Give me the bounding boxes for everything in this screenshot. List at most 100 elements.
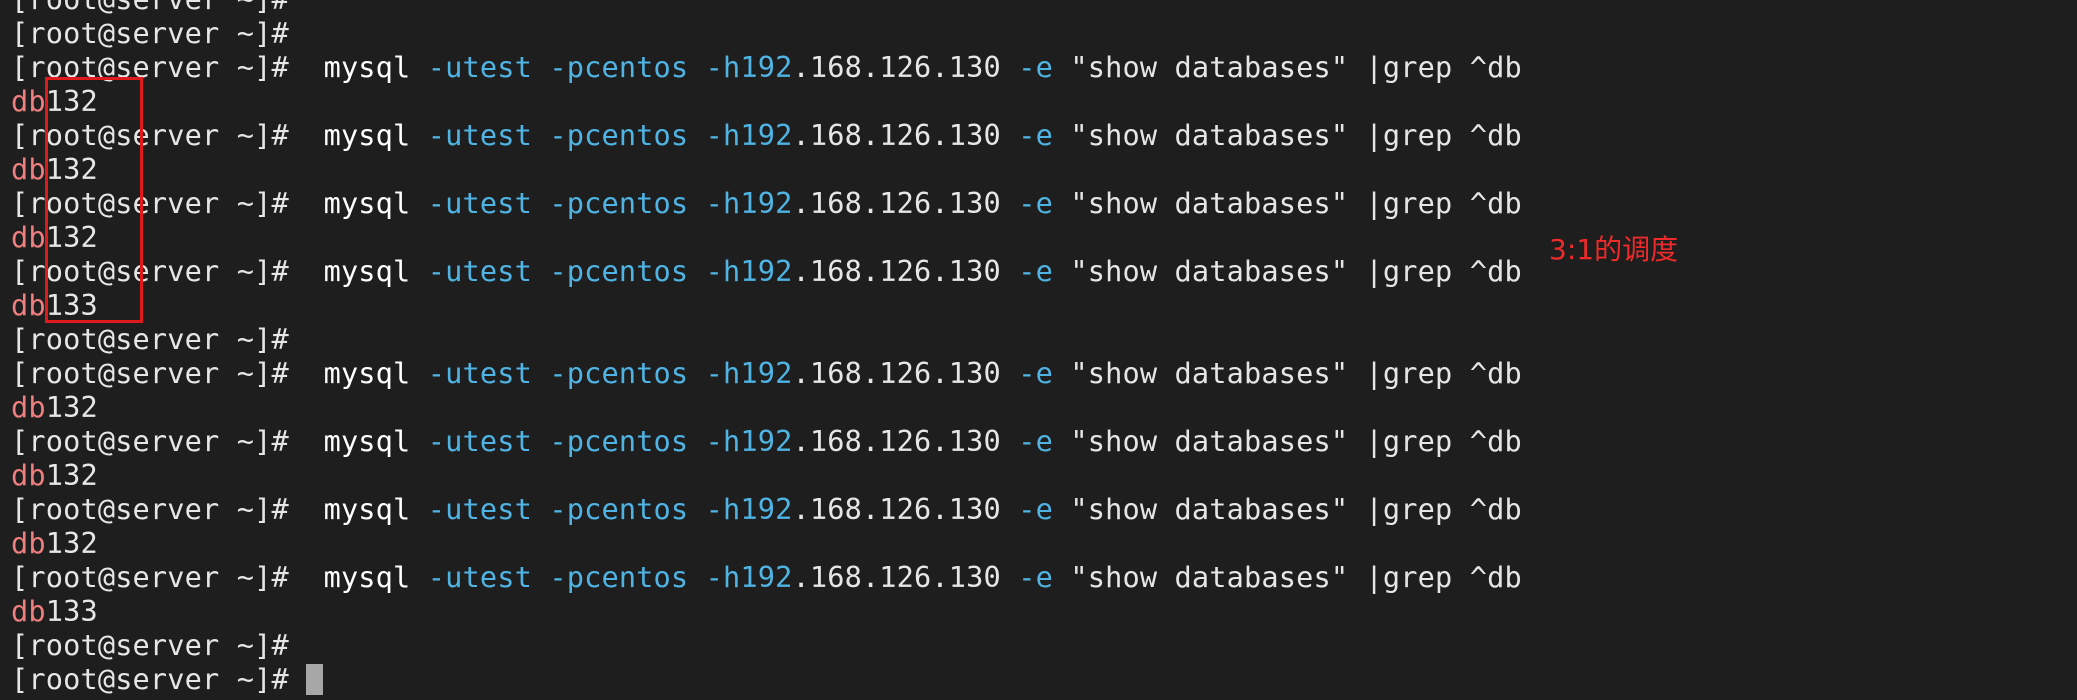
highlight-box — [45, 77, 143, 323]
host-option: -h192 — [705, 186, 793, 220]
host-option: -h192 — [705, 560, 793, 594]
host-option: -h192 — [705, 424, 793, 458]
db-prefix: db — [11, 390, 46, 424]
password-option: -pcentos — [549, 492, 689, 526]
output-line: db132 — [11, 152, 2071, 186]
shell-prompt: [root@server ~]# — [11, 628, 289, 662]
password-option: -pcentos — [549, 560, 689, 594]
user-option: -utest — [427, 186, 532, 220]
exec-option: -e — [1018, 424, 1053, 458]
query-text: "show databases" |grep ^db — [1070, 560, 1522, 594]
db-prefix: db — [11, 288, 46, 322]
host-address: .168.126.130 — [792, 492, 1001, 526]
text-cursor[interactable] — [305, 664, 323, 695]
command-line: [root@server ~]# mysql -utest -pcentos -… — [11, 118, 2071, 152]
password-option: -pcentos — [549, 118, 689, 152]
host-option: -h192 — [705, 118, 793, 152]
prompt-line: [root@server ~]# — [11, 16, 2071, 50]
db-prefix: db — [11, 152, 46, 186]
password-option: -pcentos — [549, 186, 689, 220]
command-name: mysql — [323, 254, 411, 288]
host-address: .168.126.130 — [792, 118, 1001, 152]
command-line: [root@server ~]# mysql -utest -pcentos -… — [11, 254, 2071, 288]
shell-prompt: [root@server ~]# — [11, 560, 289, 594]
exec-option: -e — [1018, 186, 1053, 220]
command-line: [root@server ~]# mysql -utest -pcentos -… — [11, 560, 2071, 594]
output-line: db132 — [11, 458, 2071, 492]
command-name: mysql — [323, 186, 411, 220]
output-line: db132 — [11, 526, 2071, 560]
shell-prompt: [root@server ~]# — [11, 424, 289, 458]
query-text: "show databases" |grep ^db — [1070, 118, 1522, 152]
shell-prompt: [root@server ~]# — [11, 356, 289, 390]
user-option: -utest — [427, 356, 532, 390]
db-prefix: db — [11, 594, 46, 628]
query-text: "show databases" |grep ^db — [1070, 254, 1522, 288]
output-line: db132 — [11, 390, 2071, 424]
user-option: -utest — [427, 492, 532, 526]
shell-prompt: [root@server ~]# — [11, 662, 289, 696]
host-address: .168.126.130 — [792, 424, 1001, 458]
command-name: mysql — [323, 560, 411, 594]
user-option: -utest — [427, 424, 532, 458]
user-option: -utest — [427, 560, 532, 594]
db-prefix: db — [11, 458, 46, 492]
query-text: "show databases" |grep ^db — [1070, 424, 1522, 458]
terminal-output[interactable]: [root@server ~]#[root@server ~]#[root@se… — [11, 0, 2071, 696]
command-line: [root@server ~]# mysql -utest -pcentos -… — [11, 50, 2071, 84]
shell-prompt: [root@server ~]# — [11, 322, 289, 356]
output-line: db132 — [11, 84, 2071, 118]
user-option: -utest — [427, 50, 532, 84]
exec-option: -e — [1018, 50, 1053, 84]
user-option: -utest — [427, 254, 532, 288]
host-option: -h192 — [705, 492, 793, 526]
password-option: -pcentos — [549, 50, 689, 84]
host-option: -h192 — [705, 50, 793, 84]
output-line: db132 — [11, 220, 2071, 254]
exec-option: -e — [1018, 356, 1053, 390]
exec-option: -e — [1018, 492, 1053, 526]
prompt-line: [root@server ~]# — [11, 662, 2071, 696]
command-line: [root@server ~]# mysql -utest -pcentos -… — [11, 492, 2071, 526]
db-prefix: db — [11, 84, 46, 118]
password-option: -pcentos — [549, 254, 689, 288]
query-text: "show databases" |grep ^db — [1070, 356, 1522, 390]
db-prefix: db — [11, 220, 46, 254]
shell-prompt: [root@server ~]# — [11, 492, 289, 526]
prompt-line: [root@server ~]# — [11, 322, 2071, 356]
command-name: mysql — [323, 356, 411, 390]
db-prefix: db — [11, 526, 46, 560]
output-line: db133 — [11, 288, 2071, 322]
db-number: 132 — [45, 526, 98, 560]
command-line: [root@server ~]# mysql -utest -pcentos -… — [11, 186, 2071, 220]
command-name: mysql — [323, 118, 411, 152]
exec-option: -e — [1018, 118, 1053, 152]
prompt-line: [root@server ~]# — [11, 0, 2071, 16]
command-line: [root@server ~]# mysql -utest -pcentos -… — [11, 424, 2071, 458]
shell-prompt: [root@server ~]# — [11, 16, 289, 50]
command-line: [root@server ~]# mysql -utest -pcentos -… — [11, 356, 2071, 390]
output-line: db133 — [11, 594, 2071, 628]
query-text: "show databases" |grep ^db — [1070, 50, 1522, 84]
shell-prompt: [root@server ~]# — [11, 0, 289, 16]
user-option: -utest — [427, 118, 532, 152]
db-number: 133 — [45, 594, 98, 628]
query-text: "show databases" |grep ^db — [1070, 186, 1522, 220]
command-name: mysql — [323, 50, 411, 84]
host-address: .168.126.130 — [792, 50, 1001, 84]
command-name: mysql — [323, 492, 411, 526]
db-number: 132 — [45, 390, 98, 424]
host-address: .168.126.130 — [792, 560, 1001, 594]
query-text: "show databases" |grep ^db — [1070, 492, 1522, 526]
host-address: .168.126.130 — [792, 356, 1001, 390]
host-option: -h192 — [705, 356, 793, 390]
command-name: mysql — [323, 424, 411, 458]
host-address: .168.126.130 — [792, 254, 1001, 288]
annotation-label: 3:1的调度 — [1549, 233, 1679, 266]
db-number: 132 — [45, 458, 98, 492]
exec-option: -e — [1018, 254, 1053, 288]
password-option: -pcentos — [549, 356, 689, 390]
host-address: .168.126.130 — [792, 186, 1001, 220]
host-option: -h192 — [705, 254, 793, 288]
exec-option: -e — [1018, 560, 1053, 594]
